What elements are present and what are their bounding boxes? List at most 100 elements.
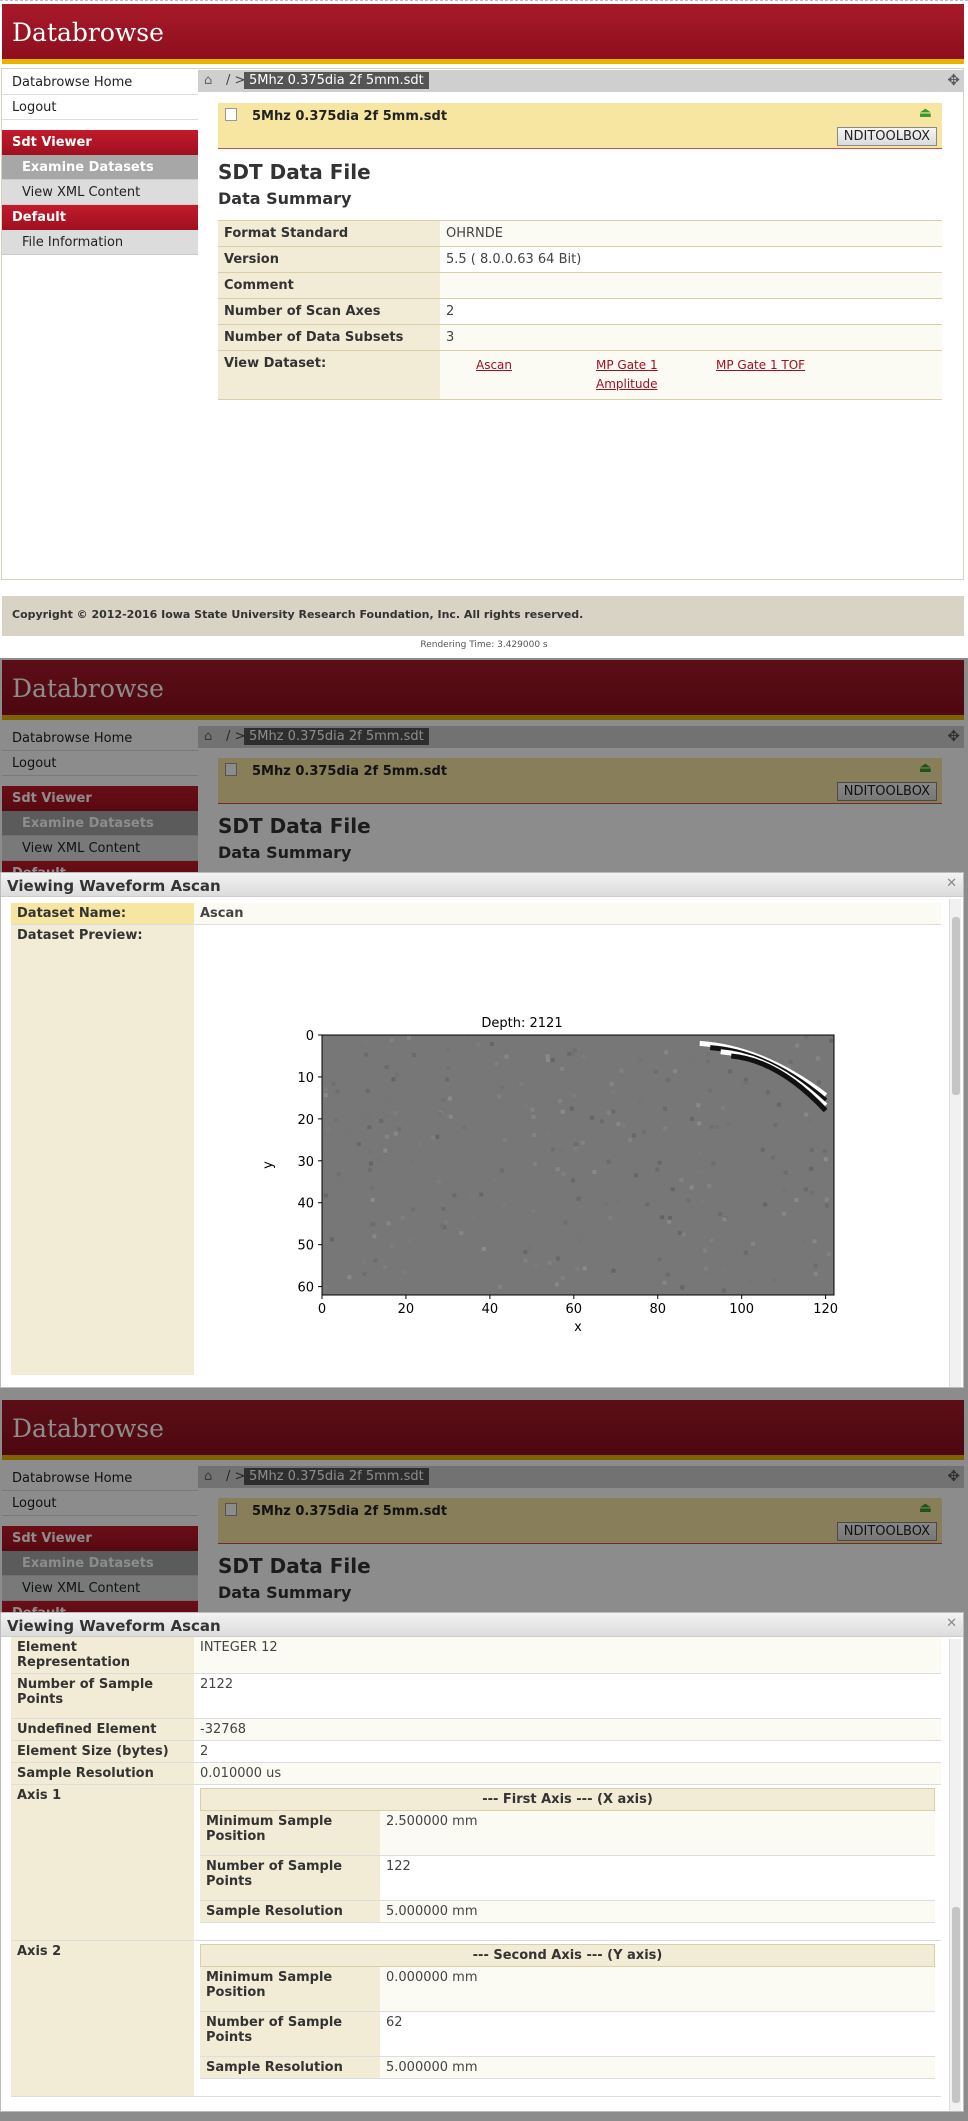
row-value: 2.500000 mm [380,1811,935,1855]
move-icon[interactable]: ✥ [947,71,960,89]
sidebar-section-default: Default [2,205,198,230]
heatmap-cell [545,1054,550,1059]
heatmap-cell [371,1222,376,1227]
sidebar: Databrowse Home Logout Sdt Viewer Examin… [2,70,198,255]
dialog-scrollbar[interactable] [949,1639,961,2111]
heatmap-cell [445,1077,450,1082]
heatmap-cell [386,1221,391,1226]
axis-header: --- Second Axis --- (Y axis) [200,1944,935,1967]
sidebar-section-sdt-viewer: Sdt Viewer [2,130,198,155]
heatmap-cell [560,1067,565,1072]
scrollbar-thumb[interactable] [952,1907,960,2103]
row-value: 5.5 ( 8.0.0.63 64 Bit) [440,247,942,272]
heatmap-cell [523,1258,528,1263]
heatmap-cell [748,1279,753,1284]
heatmap-cell [788,1059,793,1064]
heatmap-cell [395,1072,400,1077]
heatmap-cell [619,1068,624,1073]
heatmap-cell [616,1199,621,1204]
heatmap-cell [711,1161,716,1166]
heatmap-cell [365,1076,370,1081]
heatmap-cell [348,1129,353,1134]
heatmap-cell [479,1192,484,1197]
heatmap-cell [824,1197,829,1202]
heatmap-cell [393,1110,398,1115]
sidebar-item-file-info[interactable]: File Information [2,230,198,255]
y-tick-label: 60 [297,1281,314,1296]
heatmap-cell [369,1161,374,1166]
heatmap-cell [388,1118,393,1123]
row-value: OHRNDE [440,221,942,246]
table-row: Sample Resolution 5.000000 mm [200,2057,935,2079]
sidebar-item-logout[interactable]: Logout [2,95,198,120]
heatmap-cell [655,1167,660,1172]
row-label: Number of Sample Points [200,1856,380,1900]
heatmap-cell [707,1184,712,1189]
heatmap-cell [784,1170,789,1175]
heatmap-cell [574,1148,579,1153]
heatmap-cell [708,1088,713,1093]
download-icon[interactable]: ⏏ [919,105,932,121]
page-subtitle: Data Summary [218,189,352,208]
heatmap-cell [323,1285,328,1290]
dialog-scrollbar[interactable] [949,899,961,1387]
row-label: Minimum Sample Position [200,1811,380,1855]
summary-table: Format Standard OHRNDE Version 5.5 ( 8.0… [218,220,942,400]
heatmap-cell [690,1116,695,1121]
link-mp-gate-tof[interactable]: MP Gate 1 TOF [686,356,806,394]
heatmap-cell [494,1061,499,1066]
x-tick-label: 120 [813,1302,838,1317]
heatmap-cell [616,1121,621,1126]
sidebar-item-home[interactable]: Databrowse Home [2,70,198,95]
heatmap-cell [365,1088,370,1093]
preview-label: Dataset Preview: [11,925,194,1375]
heatmap-cell [499,1085,504,1090]
nditoolbox-button[interactable]: NDITOOLBOX [836,127,937,146]
scrollbar-thumb[interactable] [952,917,960,1095]
link-mp-gate-amplitude[interactable]: MP Gate 1 Amplitude [566,356,686,394]
heatmap-cell [812,1239,817,1244]
heatmap-cell [363,1040,368,1045]
close-icon[interactable]: ✕ [946,876,957,891]
heatmap-cell [400,1215,405,1220]
file-name: 5Mhz 0.375dia 2f 5mm.sdt [252,109,448,124]
axis-table: --- First Axis --- (X axis) Minimum Samp… [194,1785,941,1940]
heatmap-cell [603,1201,608,1206]
file-checkbox[interactable] [225,108,237,121]
rendering-time: Rendering Time: 3.429000 s [420,640,548,650]
heatmap-cell [698,1151,703,1156]
close-icon[interactable]: ✕ [946,1616,957,1631]
row-label: Dataset Name: [11,903,194,924]
table-row: Sample Resolution 0.010000 us [11,1763,941,1785]
row-value: 2 [440,299,942,324]
page-title: SDT Data File [218,160,371,184]
heatmap-cell [773,1123,778,1128]
heatmap-cell [770,1155,775,1160]
heatmap-cell [322,1159,327,1164]
link-ascan[interactable]: Ascan [446,356,566,394]
heatmap-cell [476,1042,481,1047]
sidebar-item-xml-content[interactable]: View XML Content [2,180,198,205]
preview-area: Depth: 2121 0 20 40 60 80 100 120 0 10 20 30 40 50 6… [194,925,941,1375]
heatmap-cell [389,1038,394,1043]
heatmap-cell [705,1059,710,1064]
table-row: Number of Sample Points 2122 [11,1674,941,1719]
breadcrumb-file[interactable]: 5Mhz 0.375dia 2f 5mm.sdt [244,72,429,89]
heatmap-cell [726,1122,731,1127]
heatmap-cell [437,1179,442,1184]
row-label: Number of Sample Points [200,2012,380,2056]
heatmap-cell [743,1250,748,1255]
sidebar-item-examine-datasets[interactable]: Examine Datasets [2,155,198,180]
heatmap-cell [606,1159,611,1164]
heatmap-cell [664,1050,669,1055]
breadcrumb: ⌂ / > 5Mhz 0.375dia 2f 5mm.sdt ✥ [198,70,964,92]
heatmap-cell [391,1077,396,1082]
heatmap-cell [533,1263,538,1268]
x-axis: 0 20 40 60 80 100 120 [318,1295,838,1317]
home-icon[interactable]: ⌂ [204,73,212,88]
waveform-dialog: Viewing Waveform Ascan ✕ Element Represe… [0,1612,964,2112]
heatmap-cell [751,1241,756,1246]
dialog-body: Dataset Name: Ascan Dataset Preview: Dep… [11,903,941,1375]
preview-row: Dataset Preview: Depth: 2121 0 20 40 60 80 10… [11,925,941,1375]
row-value: 2 [194,1741,941,1762]
